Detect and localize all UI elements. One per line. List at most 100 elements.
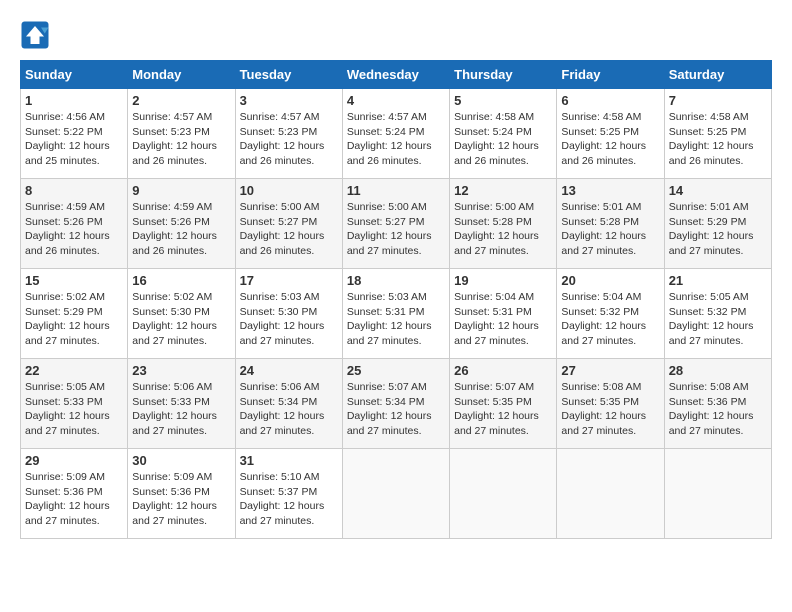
day-cell: 9Sunrise: 4:59 AMSunset: 5:26 PMDaylight… (128, 179, 235, 269)
day-number: 16 (132, 273, 230, 288)
day-cell: 10 Sunrise: 5:00 AMSunset: 5:27 PMDayligh… (235, 179, 342, 269)
day-cell: 26Sunrise: 5:07 AMSunset: 5:35 PMDayligh… (450, 359, 557, 449)
day-cell: 20 Sunrise: 5:04 AMSunset: 5:32 PMDayligh… (557, 269, 664, 359)
day-cell: 15 Sunrise: 5:02 AMSunset: 5:29 PMDayligh… (21, 269, 128, 359)
day-number: 15 (25, 273, 123, 288)
day-info: Sunrise: 5:02 AMSunset: 5:30 PMDaylight:… (132, 290, 230, 349)
day-cell (664, 449, 771, 539)
day-info: Sunrise: 5:01 AMSunset: 5:28 PMDaylight:… (561, 200, 659, 259)
day-info: Sunrise: 5:03 AMSunset: 5:30 PMDaylight:… (240, 290, 338, 349)
day-cell (450, 449, 557, 539)
header-cell-friday: Friday (557, 61, 664, 89)
day-info: Sunrise: 5:09 AMSunset: 5:36 PMDaylight:… (25, 470, 123, 529)
day-cell: 28 Sunrise: 5:08 AMSunset: 5:36 PMDayligh… (664, 359, 771, 449)
day-number: 22 (25, 363, 123, 378)
day-info: Sunrise: 5:01 AMSunset: 5:29 PMDaylight:… (669, 200, 767, 259)
header-cell-wednesday: Wednesday (342, 61, 449, 89)
day-cell: 18 Sunrise: 5:03 AMSunset: 5:31 PMDayligh… (342, 269, 449, 359)
day-info: Sunrise: 5:00 AMSunset: 5:27 PMDaylight:… (240, 200, 338, 259)
day-number: 21 (669, 273, 767, 288)
day-cell: 5Sunrise: 4:58 AMSunset: 5:24 PMDaylight… (450, 89, 557, 179)
day-number: 23 (132, 363, 230, 378)
day-cell: 14 Sunrise: 5:01 AMSunset: 5:29 PMDayligh… (664, 179, 771, 269)
day-info: Sunrise: 5:08 AMSunset: 5:36 PMDaylight:… (669, 380, 767, 439)
day-number: 27 (561, 363, 659, 378)
calendar-table: SundayMondayTuesdayWednesdayThursdayFrid… (20, 60, 772, 539)
day-info: Sunrise: 5:04 AMSunset: 5:31 PMDaylight:… (454, 290, 552, 349)
day-info: Sunrise: 4:57 AMSunset: 5:23 PMDaylight:… (132, 110, 230, 169)
day-info: Sunrise: 4:58 AMSunset: 5:25 PMDaylight:… (669, 110, 767, 169)
header-row: SundayMondayTuesdayWednesdayThursdayFrid… (21, 61, 772, 89)
week-row-4: 22 Sunrise: 5:05 AMSunset: 5:33 PMDayligh… (21, 359, 772, 449)
day-info: Sunrise: 5:09 AMSunset: 5:36 PMDaylight:… (132, 470, 230, 529)
day-cell: 23Sunrise: 5:06 AMSunset: 5:33 PMDayligh… (128, 359, 235, 449)
day-cell: 11 Sunrise: 5:00 AMSunset: 5:27 PMDayligh… (342, 179, 449, 269)
day-info: Sunrise: 4:58 AMSunset: 5:24 PMDaylight:… (454, 110, 552, 169)
header-cell-tuesday: Tuesday (235, 61, 342, 89)
day-number: 18 (347, 273, 445, 288)
day-info: Sunrise: 5:02 AMSunset: 5:29 PMDaylight:… (25, 290, 123, 349)
day-cell: 24Sunrise: 5:06 AMSunset: 5:34 PMDayligh… (235, 359, 342, 449)
day-info: Sunrise: 5:10 AMSunset: 5:37 PMDaylight:… (240, 470, 338, 529)
day-info: Sunrise: 5:03 AMSunset: 5:31 PMDaylight:… (347, 290, 445, 349)
day-info: Sunrise: 5:07 AMSunset: 5:35 PMDaylight:… (454, 380, 552, 439)
day-info: Sunrise: 5:05 AMSunset: 5:32 PMDaylight:… (669, 290, 767, 349)
header (20, 20, 772, 50)
day-cell: 27 Sunrise: 5:08 AMSunset: 5:35 PMDayligh… (557, 359, 664, 449)
day-info: Sunrise: 4:59 AMSunset: 5:26 PMDaylight:… (132, 200, 230, 259)
day-number: 19 (454, 273, 552, 288)
day-number: 30 (132, 453, 230, 468)
day-number: 8 (25, 183, 123, 198)
logo-icon (20, 20, 50, 50)
week-row-1: 1 Sunrise: 4:56 AMSunset: 5:22 PMDaylight… (21, 89, 772, 179)
day-number: 12 (454, 183, 552, 198)
day-info: Sunrise: 4:58 AMSunset: 5:25 PMDaylight:… (561, 110, 659, 169)
day-info: Sunrise: 5:05 AMSunset: 5:33 PMDaylight:… (25, 380, 123, 439)
day-number: 7 (669, 93, 767, 108)
day-cell: 21 Sunrise: 5:05 AMSunset: 5:32 PMDayligh… (664, 269, 771, 359)
day-number: 31 (240, 453, 338, 468)
day-info: Sunrise: 4:56 AMSunset: 5:22 PMDaylight:… (25, 110, 123, 169)
day-info: Sunrise: 5:08 AMSunset: 5:35 PMDaylight:… (561, 380, 659, 439)
day-cell: 13 Sunrise: 5:01 AMSunset: 5:28 PMDayligh… (557, 179, 664, 269)
day-number: 10 (240, 183, 338, 198)
day-cell: 3Sunrise: 4:57 AMSunset: 5:23 PMDaylight… (235, 89, 342, 179)
calendar-body: 1 Sunrise: 4:56 AMSunset: 5:22 PMDaylight… (21, 89, 772, 539)
calendar-header: SundayMondayTuesdayWednesdayThursdayFrid… (21, 61, 772, 89)
day-cell (557, 449, 664, 539)
header-cell-saturday: Saturday (664, 61, 771, 89)
day-cell: 8 Sunrise: 4:59 AMSunset: 5:26 PMDaylight… (21, 179, 128, 269)
week-row-5: 29Sunrise: 5:09 AMSunset: 5:36 PMDayligh… (21, 449, 772, 539)
day-number: 20 (561, 273, 659, 288)
day-cell (342, 449, 449, 539)
day-number: 13 (561, 183, 659, 198)
day-cell: 16 Sunrise: 5:02 AMSunset: 5:30 PMDayligh… (128, 269, 235, 359)
day-cell: 12 Sunrise: 5:00 AMSunset: 5:28 PMDayligh… (450, 179, 557, 269)
day-number: 14 (669, 183, 767, 198)
day-info: Sunrise: 4:59 AMSunset: 5:26 PMDaylight:… (25, 200, 123, 259)
day-cell: 7 Sunrise: 4:58 AMSunset: 5:25 PMDaylight… (664, 89, 771, 179)
week-row-3: 15 Sunrise: 5:02 AMSunset: 5:29 PMDayligh… (21, 269, 772, 359)
day-cell: 29Sunrise: 5:09 AMSunset: 5:36 PMDayligh… (21, 449, 128, 539)
day-cell: 4 Sunrise: 4:57 AMSunset: 5:24 PMDaylight… (342, 89, 449, 179)
day-cell: 17 Sunrise: 5:03 AMSunset: 5:30 PMDayligh… (235, 269, 342, 359)
day-number: 1 (25, 93, 123, 108)
header-cell-sunday: Sunday (21, 61, 128, 89)
week-row-2: 8 Sunrise: 4:59 AMSunset: 5:26 PMDaylight… (21, 179, 772, 269)
day-cell: 6 Sunrise: 4:58 AMSunset: 5:25 PMDaylight… (557, 89, 664, 179)
day-info: Sunrise: 5:00 AMSunset: 5:28 PMDaylight:… (454, 200, 552, 259)
day-info: Sunrise: 5:04 AMSunset: 5:32 PMDaylight:… (561, 290, 659, 349)
day-number: 11 (347, 183, 445, 198)
day-number: 6 (561, 93, 659, 108)
day-info: Sunrise: 5:07 AMSunset: 5:34 PMDaylight:… (347, 380, 445, 439)
day-cell: 31 Sunrise: 5:10 AMSunset: 5:37 PMDayligh… (235, 449, 342, 539)
day-cell: 2Sunrise: 4:57 AMSunset: 5:23 PMDaylight… (128, 89, 235, 179)
day-number: 4 (347, 93, 445, 108)
day-info: Sunrise: 4:57 AMSunset: 5:24 PMDaylight:… (347, 110, 445, 169)
day-info: Sunrise: 5:00 AMSunset: 5:27 PMDaylight:… (347, 200, 445, 259)
day-number: 28 (669, 363, 767, 378)
logo (20, 20, 54, 50)
day-number: 3 (240, 93, 338, 108)
day-number: 17 (240, 273, 338, 288)
header-cell-monday: Monday (128, 61, 235, 89)
